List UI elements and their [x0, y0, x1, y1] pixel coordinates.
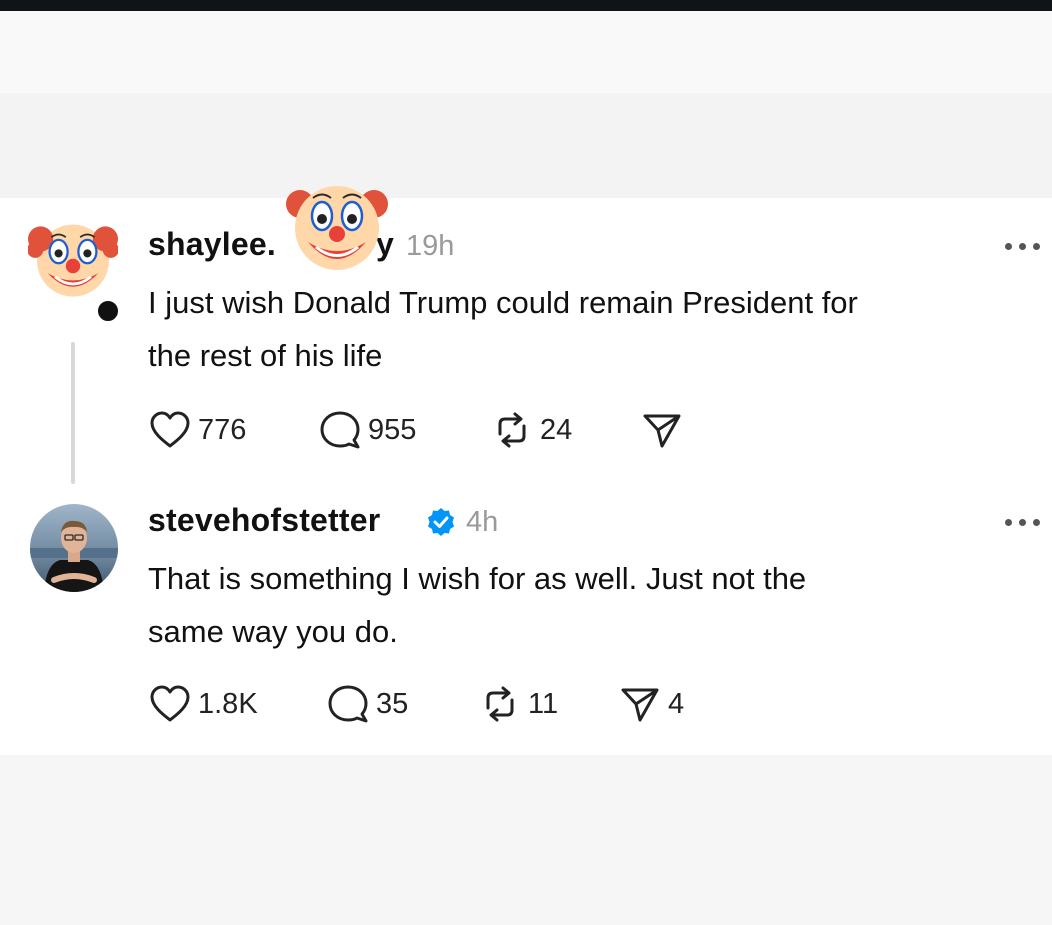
thread-connector-line [71, 342, 75, 484]
comment-bubble-icon [328, 685, 368, 723]
footer-area [0, 755, 1052, 925]
paper-plane-icon [621, 688, 659, 722]
more-options-icon[interactable] [1005, 517, 1041, 527]
post-reply-button[interactable]: 955 [318, 410, 416, 450]
profile-photo-image [30, 504, 118, 592]
reply-reply-button[interactable]: 35 [326, 684, 408, 724]
separator-band [0, 93, 1052, 198]
top-status-bar [0, 0, 1052, 11]
comment-bubble-icon [320, 411, 360, 449]
repost-arrows-icon [486, 686, 514, 722]
reply-like-button[interactable]: 1.8K [148, 684, 258, 724]
reply-repost-button[interactable]: 11 [478, 684, 558, 724]
heart-icon [150, 685, 190, 722]
reply-text: That is something I wish for as well. Ju… [148, 561, 807, 649]
verified-badge-icon [428, 508, 454, 536]
post-username[interactable]: shaylee. [148, 226, 276, 263]
reply-avatar[interactable] [30, 504, 118, 592]
post-like-button[interactable]: 776 [148, 410, 246, 450]
avatar-add-badge [95, 298, 121, 324]
post-text: I just wish Donald Trump could remain Pr… [148, 285, 858, 373]
heart-icon [150, 411, 190, 448]
header-area [0, 11, 1052, 93]
more-options-icon[interactable] [1005, 241, 1041, 251]
reply-share-button[interactable]: 4 [618, 684, 684, 724]
post-time: 19h [406, 230, 455, 262]
reply-time: 4h [466, 506, 499, 538]
post-repost-button[interactable]: 24 [490, 410, 572, 450]
reply-username[interactable]: stevehofstetter [148, 502, 380, 539]
paper-plane-icon [643, 414, 681, 448]
clown-face-emoji-icon [286, 186, 388, 270]
repost-arrows-icon [498, 412, 526, 448]
clown-avatar-icon[interactable] [28, 212, 118, 302]
post-share-button[interactable] [640, 410, 690, 450]
